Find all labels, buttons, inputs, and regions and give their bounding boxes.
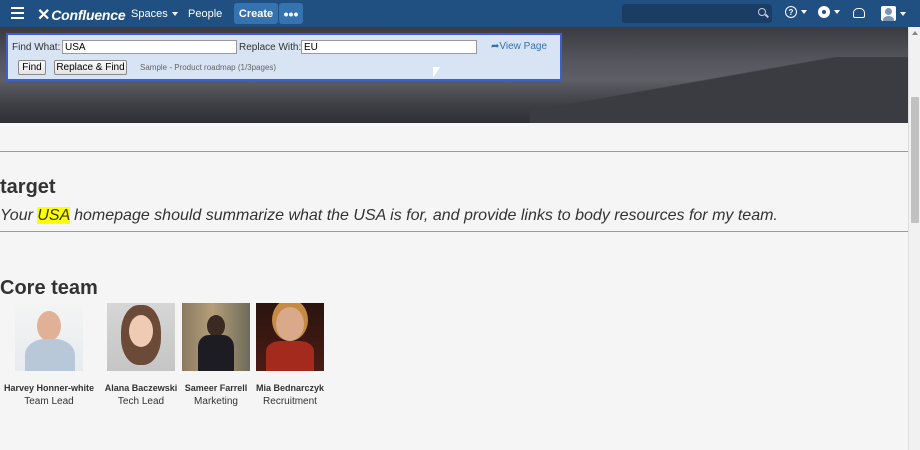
member-name[interactable]: Harvey Honner-white (2, 383, 96, 393)
member-name[interactable]: Mia Bednarczyk (252, 383, 328, 393)
chevron-down-icon (171, 12, 178, 17)
mountain-silhouette (530, 57, 908, 123)
avatar (881, 6, 896, 21)
team-member-card: Alana Baczewski Tech Lead (100, 303, 182, 407)
replace-with-input[interactable] (301, 40, 477, 54)
help-menu[interactable]: ? (785, 6, 807, 18)
scroll-up-icon[interactable] (912, 31, 918, 35)
page-scrollbar[interactable] (908, 27, 920, 450)
profile-photo[interactable] (15, 303, 83, 371)
find-button[interactable]: Find (18, 60, 46, 75)
nav-spaces[interactable]: Spaces (131, 8, 178, 20)
top-navigation: ✕ Confluence Spaces People Create ••• ? (0, 0, 920, 27)
menu-icon[interactable] (11, 7, 24, 19)
member-role: Team Lead (24, 396, 74, 407)
profile-photo[interactable] (107, 303, 175, 371)
section-heading-core-team: Core team (0, 277, 98, 299)
team-member-card: Sameer Farrell Marketing (182, 303, 250, 407)
search-input[interactable] (622, 4, 772, 23)
find-what-label: Find What: (12, 42, 61, 53)
replace-with-label: Replace With: (239, 42, 302, 53)
nav-people[interactable]: People (188, 8, 222, 20)
profile-photo[interactable] (182, 303, 250, 371)
replace-and-find-button[interactable]: Replace & Find (54, 60, 127, 75)
chevron-down-icon (834, 10, 840, 14)
scrollbar-thumb[interactable] (911, 97, 919, 223)
view-page-link[interactable]: ➦View Page (491, 41, 547, 52)
divider (0, 151, 908, 152)
team-member-card: Harvey Honner-white Team Lead (2, 303, 96, 407)
gear-icon (818, 6, 830, 18)
confluence-x-icon: ✕ (37, 7, 51, 24)
user-menu[interactable] (881, 6, 906, 21)
mouse-cursor-icon (432, 66, 441, 79)
member-name[interactable]: Sameer Farrell (182, 383, 250, 393)
section-heading-target: target (0, 176, 56, 198)
find-what-input[interactable] (62, 40, 237, 54)
profile-photo[interactable] (256, 303, 324, 371)
notifications-button[interactable] (853, 8, 865, 18)
create-button[interactable]: Create (234, 3, 278, 24)
search-status: Sample - Product roadmap (1/3pages) (140, 63, 277, 72)
team-member-card: Mia Bednarczyk Recruitment (252, 303, 328, 407)
divider (0, 231, 908, 232)
confluence-logo[interactable]: ✕ Confluence (37, 5, 126, 25)
chevron-down-icon (801, 10, 807, 14)
search-icon (758, 8, 766, 16)
chevron-down-icon (900, 11, 906, 16)
member-role: Tech Lead (117, 396, 165, 407)
member-name[interactable]: Alana Baczewski (100, 383, 182, 393)
settings-menu[interactable] (818, 6, 840, 18)
member-role: Recruitment (263, 396, 317, 407)
intro-paragraph: Your USA homepage should summarize what … (0, 207, 778, 224)
search-match-highlight: USA (37, 207, 70, 224)
find-replace-panel: Find What: Replace With: ➦View Page Find… (6, 33, 562, 81)
member-role: Marketing (194, 396, 238, 407)
more-button[interactable]: ••• (279, 3, 303, 24)
help-icon: ? (785, 6, 797, 18)
bell-icon (853, 8, 865, 18)
